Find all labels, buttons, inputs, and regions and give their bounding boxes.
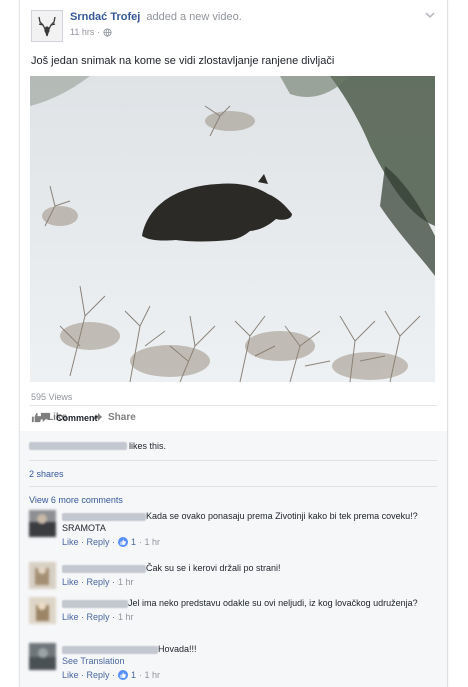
likes-text: likes this. (129, 441, 167, 451)
comment-footer: Like · Reply · 1 hr (62, 576, 437, 588)
comment-button[interactable]: Comment (40, 412, 132, 423)
divider (29, 486, 437, 487)
blurred-name (29, 442, 127, 450)
blurred-commenter-name[interactable] (62, 564, 146, 573)
avatar[interactable] (29, 643, 56, 670)
video-frame (30, 76, 435, 382)
comment-like-reply[interactable]: Like · Reply · (62, 611, 115, 623)
comment-message: Čak su se i kerovi držali po strani! (146, 563, 281, 573)
comment-body: Čak su se i kerovi držali po strani! Lik… (62, 562, 437, 588)
like-reaction-icon (118, 537, 129, 547)
deer-antlers-icon (38, 16, 56, 37)
blurred-commenter-name[interactable] (62, 645, 158, 654)
reaction-count[interactable]: 1 (131, 669, 136, 681)
comment-text: Kada se ovako ponasaju prema Zivotinji k… (62, 510, 437, 534)
chevron-down-icon[interactable] (423, 10, 437, 24)
comment-time[interactable]: · 1 hr (139, 669, 160, 681)
post-action-text: added a new video. (146, 11, 242, 23)
avatar[interactable] (29, 597, 56, 624)
comment-message: Hovada!!! (158, 644, 197, 654)
avatar[interactable] (29, 510, 56, 537)
comment-text: Čak su se i kerovi držali po strani! (62, 562, 437, 574)
comment-time[interactable]: · 1 hr (139, 536, 160, 548)
video-views: 595 Views (31, 392, 73, 402)
avatar[interactable] (29, 562, 56, 589)
page-avatar[interactable] (31, 10, 63, 42)
news-feed-post: Srndać Trofej added a new video. 11 hrs … (19, 0, 448, 687)
post-meta: 11 hrs · (70, 27, 112, 37)
comment-bubble-icon (40, 412, 51, 423)
comment-like-reply[interactable]: Like · Reply · (62, 576, 115, 588)
comment-footer: Like · Reply · 1 hr (62, 611, 437, 623)
comment-body: Hovada!!! See Translation Like · Reply ·… (62, 643, 437, 681)
comment-time[interactable]: 1 hr (118, 576, 134, 588)
post-header: Srndać Trofej added a new video. (70, 11, 242, 23)
comment-like-reply[interactable]: Like · Reply · (62, 669, 115, 681)
blurred-commenter-name[interactable] (62, 512, 146, 521)
globe-icon[interactable] (103, 27, 112, 37)
comment-label: Comment (56, 412, 98, 423)
post-text: Još jedan snimak na kome se vidi zlostav… (31, 55, 335, 67)
divider (29, 460, 437, 461)
comment-footer: Like · Reply · 1 · 1 hr (62, 536, 437, 548)
shares-link[interactable]: 2 shares (29, 469, 437, 479)
comment-text: Jel ima neko predstavu odakle su ovi nel… (62, 597, 437, 609)
comment-message: Jel ima neko predstavu odakle su ovi nel… (128, 598, 418, 608)
video-player[interactable] (30, 76, 435, 382)
comment-footer: Like · Reply · 1 · 1 hr (62, 669, 437, 681)
comment-body: Kada se ovako ponasaju prema Zivotinji k… (62, 510, 437, 548)
comment-like-reply[interactable]: Like · Reply · (62, 536, 115, 548)
like-reaction-icon (118, 670, 129, 680)
divider (30, 405, 437, 406)
view-more-comments-link[interactable]: View 6 more comments (29, 495, 437, 505)
blurred-commenter-name[interactable] (62, 599, 128, 608)
author-link[interactable]: Srndać Trofej (70, 11, 140, 23)
post-actions: Like Comment Share (31, 412, 136, 423)
see-translation-link[interactable]: See Translation (62, 655, 437, 667)
comment-text: Hovada!!! (62, 643, 437, 655)
likes-summary: likes this. (29, 441, 437, 451)
timestamp[interactable]: 11 hrs · (70, 27, 100, 37)
comment-body: Jel ima neko predstavu odakle su ovi nel… (62, 597, 437, 623)
reaction-count[interactable]: 1 (131, 536, 136, 548)
comment-time[interactable]: 1 hr (118, 611, 134, 623)
